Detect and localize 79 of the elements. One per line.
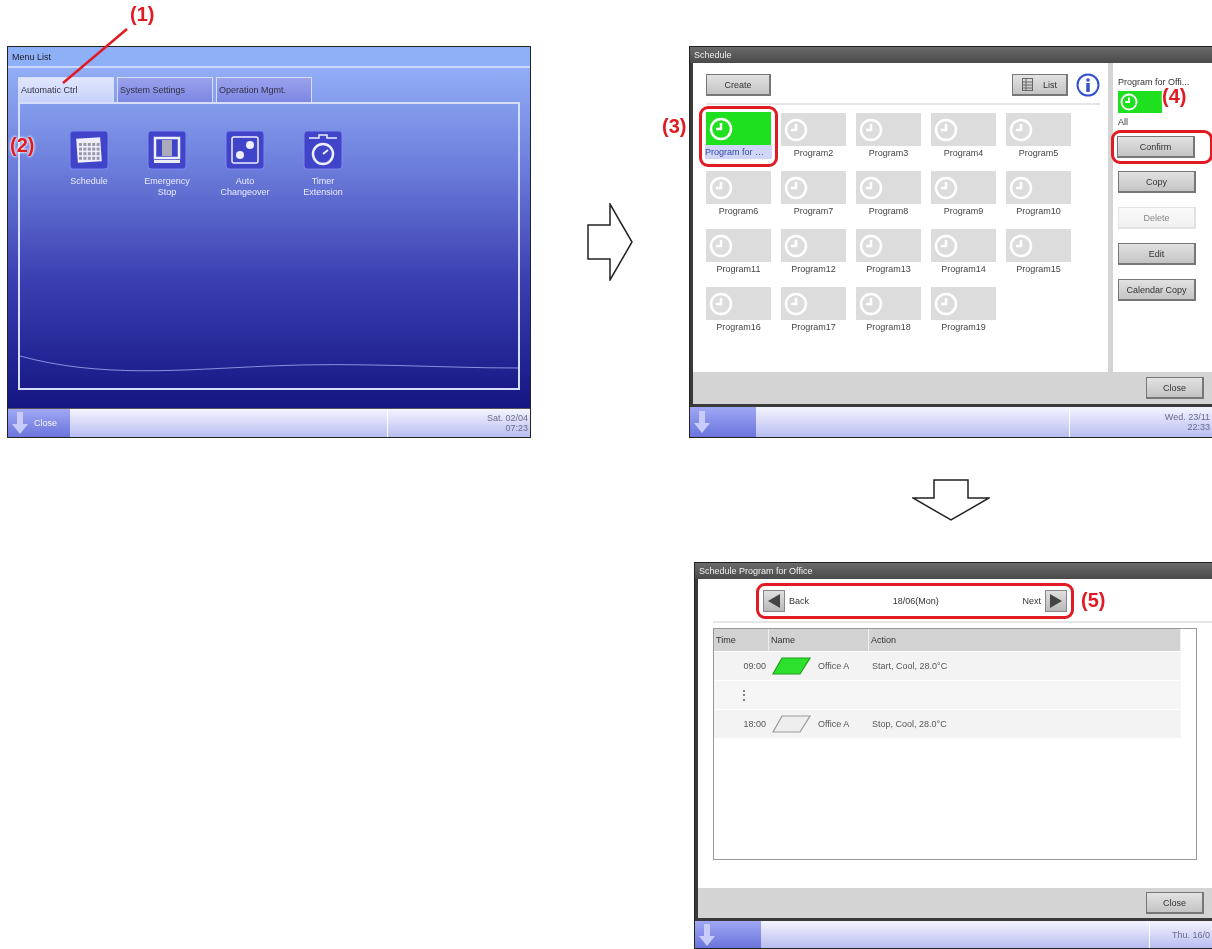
tab[interactable]: System Settings bbox=[117, 77, 213, 102]
date-text: Thu. 16/0 bbox=[1171, 929, 1210, 940]
clock-icon bbox=[934, 233, 958, 258]
date-text: Sat. 02/04 bbox=[486, 413, 528, 423]
clock-icon bbox=[709, 116, 733, 141]
window-title: Schedule bbox=[690, 47, 1212, 63]
clock-icon bbox=[859, 233, 883, 258]
clock-icon bbox=[784, 175, 808, 200]
action-cell-text: Start, Cool, 28.0°C bbox=[871, 660, 949, 673]
down-arrow-icon bbox=[911, 479, 990, 521]
group-label: All bbox=[1118, 117, 1129, 127]
clock-icon bbox=[1120, 93, 1138, 111]
window-title: Schedule Program for Office bbox=[695, 563, 1212, 579]
callout-label: (3) bbox=[662, 115, 687, 138]
column-header: Time bbox=[714, 629, 769, 651]
time-text: 22:33 bbox=[1187, 422, 1210, 432]
right-arrow-icon bbox=[587, 203, 633, 281]
callout-label: (2) bbox=[10, 134, 35, 157]
clock-icon bbox=[934, 175, 958, 200]
menu-tile-icon[interactable] bbox=[69, 130, 109, 170]
time-cell-text: 18:00 bbox=[742, 718, 767, 731]
clock-icon bbox=[784, 117, 808, 142]
side-button[interactable]: Edit bbox=[1118, 243, 1196, 265]
callout-label: (1) bbox=[130, 3, 155, 26]
side-button[interactable]: Calendar Copy bbox=[1118, 279, 1196, 301]
clock-icon bbox=[784, 291, 808, 316]
side-button[interactable]: Copy bbox=[1118, 171, 1196, 193]
menu-item-label: Emergency Stop bbox=[143, 176, 191, 198]
callout-label: (5) bbox=[1081, 589, 1106, 612]
close-button[interactable]: Close bbox=[1146, 377, 1204, 399]
clock-icon bbox=[859, 291, 883, 316]
tab[interactable]: Operation Mgmt. bbox=[216, 77, 312, 102]
menu-tile-icon[interactable] bbox=[225, 130, 265, 170]
back-label: Back bbox=[789, 596, 809, 606]
callout-label: (4) bbox=[1162, 85, 1187, 108]
clock-icon bbox=[709, 233, 733, 258]
tab[interactable]: Automatic Ctrl bbox=[18, 77, 114, 102]
back-button[interactable] bbox=[763, 590, 785, 612]
clock-icon bbox=[859, 117, 883, 142]
list-icon bbox=[1022, 78, 1033, 91]
menu-item-label: Schedule bbox=[70, 176, 108, 187]
menu-item-label: Auto Changeover bbox=[219, 176, 271, 198]
menu-tile-icon[interactable] bbox=[147, 130, 187, 170]
close-button[interactable]: Close bbox=[1146, 892, 1204, 914]
down-arrow-icon bbox=[699, 923, 715, 946]
menu-tile-icon[interactable] bbox=[303, 130, 343, 170]
time-text: 07:23 bbox=[505, 423, 528, 433]
create-button[interactable]: Create bbox=[706, 74, 771, 96]
program-name: Program for Offi... bbox=[1118, 77, 1191, 87]
list-button[interactable]: List bbox=[1012, 74, 1068, 96]
clock-icon bbox=[784, 233, 808, 258]
time-cell-text: 09:00 bbox=[742, 660, 767, 673]
clock-icon bbox=[709, 291, 733, 316]
clock-icon bbox=[1009, 175, 1033, 200]
ellipsis-mark: ⋮ bbox=[736, 686, 752, 705]
clock-icon bbox=[934, 117, 958, 142]
menu-item-label: Timer Extension bbox=[302, 176, 344, 198]
column-header: Name bbox=[769, 629, 869, 651]
clock-icon bbox=[934, 291, 958, 316]
left-triangle-icon bbox=[768, 594, 780, 608]
clock-icon bbox=[859, 175, 883, 200]
right-triangle-icon bbox=[1050, 594, 1062, 608]
leader-line bbox=[62, 28, 128, 84]
date-text: Wed. 23/11 bbox=[1164, 412, 1210, 422]
down-arrow-icon bbox=[694, 411, 710, 433]
next-label: Next bbox=[1022, 596, 1041, 606]
next-button[interactable] bbox=[1045, 590, 1067, 612]
name-cell: Office A bbox=[818, 719, 850, 729]
clock-icon bbox=[709, 175, 733, 200]
down-arrow-icon bbox=[12, 412, 28, 434]
clock-icon bbox=[1009, 233, 1033, 258]
date-label: 18/06(Mon) bbox=[891, 596, 940, 606]
clock-icon bbox=[1009, 117, 1033, 142]
window-title: Menu List bbox=[8, 47, 530, 68]
action-cell-text: Stop, Cool, 28.0°C bbox=[871, 718, 948, 731]
column-header: Action bbox=[869, 629, 1181, 651]
name-cell: Office A bbox=[818, 661, 850, 671]
info-icon[interactable] bbox=[1076, 73, 1100, 97]
side-button[interactable]: Confirm bbox=[1117, 136, 1195, 158]
